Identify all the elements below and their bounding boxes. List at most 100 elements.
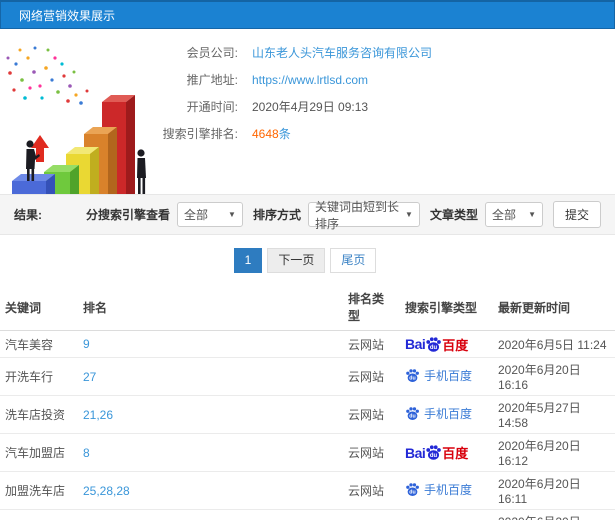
sort-select[interactable]: 关键词由短到长排序 ▼ xyxy=(307,200,420,231)
engine-rank-label: 搜索引擎排名: xyxy=(162,127,238,141)
rank-type-cell: 云网站 xyxy=(343,509,400,520)
rank-link[interactable]: 21,26 xyxy=(83,408,113,422)
engine-type-cell: Bai du 百度 xyxy=(400,330,493,358)
shouji-baidu-logo: du 手机百度 xyxy=(405,405,472,422)
svg-text:du: du xyxy=(430,453,438,459)
keyword-cell: 洗车店投资 xyxy=(0,395,78,434)
rank-cell: 8 xyxy=(78,433,343,472)
next-page-button[interactable]: 下一页 xyxy=(267,248,326,273)
keyword-cell: 加盟洗车店 xyxy=(0,471,78,510)
updated-cell: 2020年6月20日 16:12 xyxy=(493,509,615,520)
info-row-url: 推广地址: https://www.lrtlsd.com xyxy=(158,66,432,93)
baidu-paw-icon: du xyxy=(406,369,419,382)
rank-type-cell: 云网站 xyxy=(343,433,400,472)
promo-url-label: 推广地址: xyxy=(186,73,238,87)
engine-type-cell: Bai du 百度 xyxy=(400,433,493,472)
article-type-selected: 全部 xyxy=(491,208,516,222)
rank-cell: 9 xyxy=(78,330,343,358)
shouji-baidu-label: 手机百度 xyxy=(424,369,473,383)
header-rank-type: 排名类型 xyxy=(343,284,400,331)
baidu-logo-cn: 百度 xyxy=(442,337,469,353)
header-rank: 排名 xyxy=(78,284,343,331)
keyword-cell: 开洗车行 xyxy=(0,357,78,396)
info-row-company: 会员公司: 山东老人头汽车服务咨询有限公司 xyxy=(158,39,432,66)
svg-text:du: du xyxy=(409,376,415,382)
table-row: 洗车赚钱吗 30 云网站 du 手机百度 2020年6月20日 16:12 xyxy=(0,509,615,520)
table-header-row: 关键词 排名 排名类型 搜索引擎类型 最新更新时间 xyxy=(0,284,615,331)
header-keyword: 关键词 xyxy=(0,284,78,331)
businessman-right xyxy=(137,149,146,194)
baidu-paw-icon: du xyxy=(426,445,442,460)
page-title: 网络营销效果展示 xyxy=(19,8,116,23)
rank-type-cell: 云网站 xyxy=(343,357,400,396)
rank-type-cell: 云网站 xyxy=(343,330,400,358)
header-updated: 最新更新时间 xyxy=(493,284,615,331)
engine-view-label: 分搜索引擎查看 xyxy=(85,208,170,222)
sort-label: 排序方式 xyxy=(252,208,301,222)
rank-cell: 27 xyxy=(78,357,343,396)
engine-type-cell: du 手机百度 xyxy=(400,509,493,520)
baidu-paw-icon: du xyxy=(426,336,442,352)
keyword-cell: 汽车加盟店 xyxy=(0,433,78,472)
page-header: 网络营销效果展示 xyxy=(0,0,615,29)
baidu-logo: Bai du 百度 xyxy=(405,335,468,354)
result-label: 结果: xyxy=(14,208,42,222)
promo-url-link[interactable]: https://www.lrtlsd.com xyxy=(252,73,368,87)
table-row: 开洗车行 27 云网站 du 手机百度 2020年6月20日 16:16 xyxy=(0,357,615,396)
rank-unit: 条 xyxy=(278,127,291,141)
shouji-baidu-label: 手机百度 xyxy=(424,483,473,497)
updated-cell: 2020年6月5日 11:24 xyxy=(493,330,615,358)
submit-button[interactable]: 提交 xyxy=(552,201,601,228)
pagination: 1 下一页 尾页 xyxy=(0,248,615,273)
engine-view-select[interactable]: 全部 ▼ xyxy=(176,202,243,227)
updated-cell: 2020年5月27日 14:58 xyxy=(493,395,615,434)
svg-text:du: du xyxy=(409,414,415,420)
shouji-baidu-logo: du 手机百度 xyxy=(405,367,472,384)
company-info-list: 会员公司: 山东老人头汽车服务咨询有限公司 推广地址: https://www.… xyxy=(158,39,432,147)
shouji-baidu-logo: du 手机百度 xyxy=(405,481,472,498)
chevron-down-icon: ▼ xyxy=(405,210,413,219)
svg-text:du: du xyxy=(409,490,415,496)
header-engine-type: 搜索引擎类型 xyxy=(400,284,493,331)
rank-cell: 30 xyxy=(78,509,343,520)
svg-text:du: du xyxy=(430,345,438,351)
rank-type-cell: 云网站 xyxy=(343,395,400,434)
keyword-rank-table: 关键词 排名 排名类型 搜索引擎类型 最新更新时间 汽车美容 9 云网站 Bai… xyxy=(0,284,615,520)
shouji-baidu-label: 手机百度 xyxy=(424,407,473,421)
rank-link[interactable]: 27 xyxy=(83,370,96,384)
article-type-select[interactable]: 全部 ▼ xyxy=(484,202,543,227)
engine-rank-value: 4648条 xyxy=(252,125,291,142)
company-label: 会员公司: xyxy=(186,46,238,60)
engine-view-selected: 全部 xyxy=(183,208,208,222)
info-row-opened: 开通时间: 2020年4月29日 09:13 xyxy=(158,93,432,120)
page-1-button[interactable]: 1 xyxy=(233,248,263,273)
baidu-logo-bai: Bai xyxy=(405,336,426,352)
table-row: 汽车加盟店 8 云网站 Bai du 百度 2020年6月20日 16:12 xyxy=(0,433,615,472)
baidu-paw-icon: du xyxy=(406,483,419,496)
rank-type-cell: 云网站 xyxy=(343,471,400,510)
rank-link[interactable]: 25,28,28 xyxy=(83,484,130,498)
company-info-section: 会员公司: 山东老人头汽车服务咨询有限公司 推广地址: https://www.… xyxy=(0,29,615,194)
open-time-label: 开通时间: xyxy=(186,100,238,114)
rank-count: 4648 xyxy=(252,127,279,141)
article-type-label: 文章类型 xyxy=(429,208,478,222)
keyword-cell: 汽车美容 xyxy=(0,330,78,358)
table-row: 加盟洗车店 25,28,28 云网站 du 手机百度 2020年6月20日 16… xyxy=(0,471,615,510)
last-page-button[interactable]: 尾页 xyxy=(330,248,377,273)
filter-bar: 结果: 分搜索引擎查看 全部 ▼ 排序方式 关键词由短到长排序 ▼ 文章类型 全… xyxy=(0,194,615,235)
rank-link[interactable]: 9 xyxy=(83,337,90,351)
chevron-down-icon: ▼ xyxy=(528,210,536,219)
sort-selected: 关键词由短到长排序 xyxy=(314,199,399,231)
rank-link[interactable]: 8 xyxy=(83,446,90,460)
table-row: 洗车店投资 21,26 云网站 du 手机百度 2020年5月27日 14:58 xyxy=(0,395,615,434)
keyword-cell: 洗车赚钱吗 xyxy=(0,509,78,520)
table-body: 汽车美容 9 云网站 Bai du 百度 2020年6月5日 11:24 开洗车行… xyxy=(0,330,615,520)
baidu-logo: Bai du 百度 xyxy=(405,443,468,462)
engine-type-cell: du 手机百度 xyxy=(400,471,493,510)
baidu-logo-cn: 百度 xyxy=(442,446,469,461)
rank-cell: 25,28,28 xyxy=(78,471,343,510)
rank-cell: 21,26 xyxy=(78,395,343,434)
updated-cell: 2020年6月20日 16:16 xyxy=(493,357,615,396)
company-link[interactable]: 山东老人头汽车服务咨询有限公司 xyxy=(252,44,432,61)
engine-type-cell: du 手机百度 xyxy=(400,395,493,434)
